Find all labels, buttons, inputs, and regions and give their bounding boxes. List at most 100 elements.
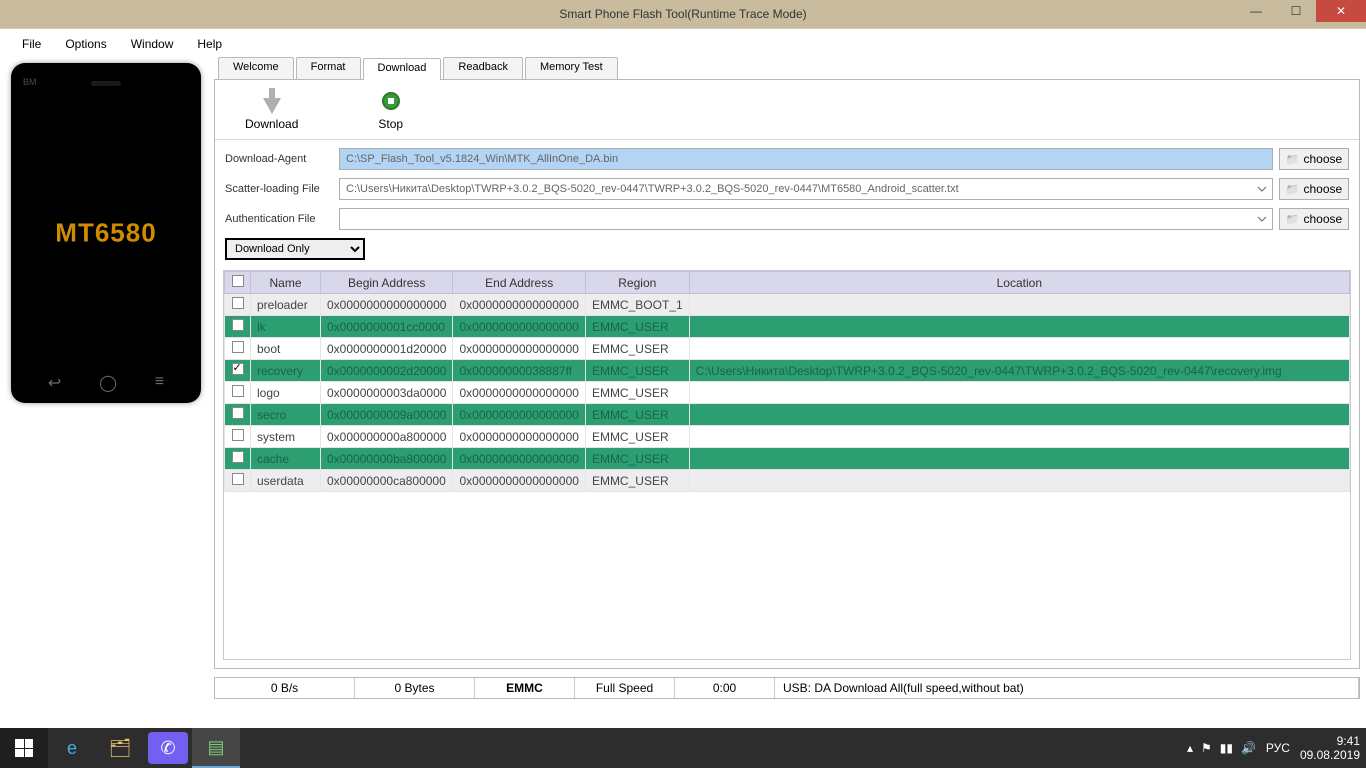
table-row[interactable]: boot0x0000000001d200000x0000000000000000… (225, 338, 1350, 360)
header-checkbox[interactable] (225, 272, 251, 294)
cell-begin: 0x0000000003da0000 (321, 382, 453, 404)
cell-name: userdata (251, 470, 321, 492)
cell-begin: 0x0000000002d20000 (321, 360, 453, 382)
start-button[interactable] (0, 728, 48, 768)
volume-icon[interactable]: 🔊 (1241, 741, 1256, 755)
status-usb: USB: DA Download All(full speed,without … (775, 678, 1359, 698)
cell-region: EMMC_USER (585, 316, 689, 338)
row-checkbox[interactable] (232, 451, 244, 463)
status-mode: Full Speed (575, 678, 675, 698)
cell-end: 0x0000000000000000 (453, 316, 585, 338)
stop-button[interactable]: Stop (378, 88, 403, 131)
cell-location (689, 404, 1349, 426)
tray-lang[interactable]: РУС (1266, 741, 1290, 755)
network-icon[interactable]: ▮▮ (1220, 741, 1233, 755)
scatter-label: Scatter-loading File (225, 183, 333, 195)
header-name[interactable]: Name (251, 272, 321, 294)
tab-format[interactable]: Format (296, 57, 361, 79)
header-begin[interactable]: Begin Address (321, 272, 453, 294)
taskbar-viber[interactable]: ✆ (148, 732, 188, 764)
row-checkbox[interactable] (232, 341, 244, 353)
close-button[interactable]: ✕ (1316, 0, 1366, 22)
table-row[interactable]: recovery0x0000000002d200000x000000000388… (225, 360, 1350, 382)
download-button[interactable]: Download (245, 88, 298, 131)
partition-table: Name Begin Address End Address Region Lo… (223, 270, 1351, 660)
phone-preview-pane: BM MT6580 ↩ ◯ ≡ (6, 57, 206, 717)
cell-region: EMMC_USER (585, 338, 689, 360)
cell-region: EMMC_USER (585, 382, 689, 404)
scatter-input[interactable] (339, 178, 1273, 200)
cell-region: EMMC_USER (585, 470, 689, 492)
windows-icon (15, 739, 33, 757)
tray-up-icon[interactable]: ▴ (1187, 741, 1193, 755)
tab-memtest[interactable]: Memory Test (525, 57, 618, 79)
table-row[interactable]: preloader0x00000000000000000x00000000000… (225, 294, 1350, 316)
row-checkbox[interactable] (232, 319, 244, 331)
cell-end: 0x0000000000000000 (453, 404, 585, 426)
taskbar-ie[interactable]: e (48, 728, 96, 768)
taskbar-spflash[interactable]: ▤ (192, 728, 240, 768)
download-mode-select[interactable]: Download Only (225, 238, 365, 260)
row-checkbox[interactable] (232, 473, 244, 485)
tray-icons[interactable]: ▴ ⚑ ▮▮ 🔊 (1187, 741, 1256, 755)
tray-clock[interactable]: 9:4109.08.2019 (1300, 734, 1360, 763)
da-choose-button[interactable]: choose (1279, 148, 1349, 170)
menu-file[interactable]: File (12, 34, 51, 54)
cell-end: 0x0000000000000000 (453, 448, 585, 470)
menu-window[interactable]: Window (121, 34, 184, 54)
tab-readback[interactable]: Readback (443, 57, 523, 79)
da-label: Download-Agent (225, 153, 333, 165)
download-label: Download (245, 117, 298, 131)
da-input[interactable] (339, 148, 1273, 170)
row-checkbox[interactable] (232, 297, 244, 309)
maximize-button[interactable]: ☐ (1276, 0, 1316, 22)
header-end[interactable]: End Address (453, 272, 585, 294)
cell-begin: 0x0000000001cc0000 (321, 316, 453, 338)
row-checkbox[interactable] (232, 429, 244, 441)
row-checkbox[interactable] (232, 385, 244, 397)
cell-begin: 0x00000000ca800000 (321, 470, 453, 492)
table-row[interactable]: lk0x0000000001cc00000x0000000000000000EM… (225, 316, 1350, 338)
tab-download[interactable]: Download (363, 58, 442, 80)
minimize-button[interactable]: — (1236, 0, 1276, 22)
cell-end: 0x0000000000000000 (453, 382, 585, 404)
table-row[interactable]: secro0x0000000009a000000x000000000000000… (225, 404, 1350, 426)
auth-choose-button[interactable]: choose (1279, 208, 1349, 230)
cell-name: secro (251, 404, 321, 426)
cell-end: 0x0000000000000000 (453, 426, 585, 448)
menu-options[interactable]: Options (55, 34, 116, 54)
taskbar-explorer[interactable]: 🗂 (96, 728, 144, 768)
flag-icon[interactable]: ⚑ (1201, 741, 1212, 755)
cell-name: preloader (251, 294, 321, 316)
menu-help[interactable]: Help (187, 34, 232, 54)
cell-location (689, 338, 1349, 360)
status-speed: 0 B/s (215, 678, 355, 698)
row-checkbox[interactable] (232, 363, 244, 375)
table-row[interactable]: logo0x0000000003da00000x0000000000000000… (225, 382, 1350, 404)
table-row[interactable]: system0x000000000a8000000x00000000000000… (225, 426, 1350, 448)
row-checkbox[interactable] (232, 407, 244, 419)
cell-location (689, 382, 1349, 404)
menubar: File Options Window Help (6, 31, 1360, 57)
header-location[interactable]: Location (689, 272, 1349, 294)
taskbar: e 🗂 ✆ ▤ ▴ ⚑ ▮▮ 🔊 РУС 9:4109.08.2019 (0, 728, 1366, 768)
stop-icon (382, 92, 400, 110)
scatter-choose-button[interactable]: choose (1279, 178, 1349, 200)
table-row[interactable]: cache0x00000000ba8000000x000000000000000… (225, 448, 1350, 470)
cell-end: 0x0000000000000000 (453, 294, 585, 316)
cell-name: logo (251, 382, 321, 404)
cell-name: boot (251, 338, 321, 360)
auth-label: Authentication File (225, 213, 333, 225)
header-region[interactable]: Region (585, 272, 689, 294)
window-title: Smart Phone Flash Tool(Runtime Trace Mod… (559, 7, 806, 21)
status-time: 0:00 (675, 678, 775, 698)
phone-chip-label: MT6580 (55, 218, 156, 249)
tab-welcome[interactable]: Welcome (218, 57, 294, 79)
phone-earpiece (91, 81, 121, 86)
titlebar: Smart Phone Flash Tool(Runtime Trace Mod… (0, 0, 1366, 28)
phone-brand-label: BM (23, 77, 37, 87)
phone-mockup: BM MT6580 ↩ ◯ ≡ (11, 63, 201, 403)
auth-input[interactable] (339, 208, 1273, 230)
cell-name: recovery (251, 360, 321, 382)
table-row[interactable]: userdata0x00000000ca8000000x000000000000… (225, 470, 1350, 492)
